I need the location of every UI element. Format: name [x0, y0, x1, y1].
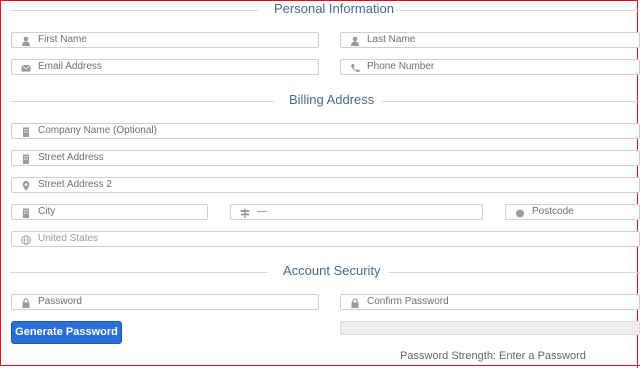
section-account-security: Account Security [10, 263, 640, 279]
building-icon [21, 208, 31, 218]
dot-icon [515, 208, 525, 218]
divider-line [396, 10, 640, 11]
divider-line [10, 101, 274, 102]
section-personal-information: Personal Information [10, 1, 640, 17]
building-icon [21, 127, 31, 137]
password-field[interactable]: Password [11, 294, 319, 310]
password-strength-text: Password Strength: Enter a Password [400, 350, 586, 362]
generate-password-button[interactable]: Generate Password [11, 321, 122, 344]
section-billing-address: Billing Address [10, 92, 640, 108]
city-field[interactable]: City [11, 204, 208, 220]
section-title-personal: Personal Information [274, 1, 394, 16]
divider-line [382, 101, 640, 102]
section-title-billing: Billing Address [289, 92, 375, 107]
postcode-field[interactable]: Postcode [505, 204, 640, 220]
phone-icon [350, 63, 360, 73]
street-address-placeholder: Street Address [38, 152, 104, 163]
globe-icon [21, 235, 31, 245]
password-placeholder: Password [38, 296, 82, 307]
divider-line [10, 272, 268, 273]
street-address-field[interactable]: Street Address [11, 150, 640, 166]
user-icon [21, 36, 31, 46]
country-value: United States [38, 233, 99, 244]
phone-number-field[interactable]: Phone Number [340, 59, 640, 75]
postcode-placeholder: Postcode [532, 206, 574, 217]
street-address-2-placeholder: Street Address 2 [38, 179, 112, 190]
city-placeholder: City [38, 206, 56, 217]
user-icon [350, 36, 360, 46]
company-placeholder: Company Name (Optional) [38, 125, 157, 136]
lock-icon [21, 298, 31, 308]
last-name-field[interactable]: Last Name [340, 32, 640, 48]
first-name-placeholder: First Name [38, 34, 87, 45]
country-select[interactable]: United States [11, 231, 640, 247]
lock-icon [350, 298, 360, 308]
signpost-icon [240, 208, 250, 218]
state-select[interactable]: — [230, 204, 483, 220]
password-strength-bar [340, 321, 640, 335]
company-name-field[interactable]: Company Name (Optional) [11, 123, 640, 139]
confirm-password-placeholder: Confirm Password [367, 296, 449, 307]
envelope-icon [21, 63, 31, 73]
street-address-2-field[interactable]: Street Address 2 [11, 177, 640, 193]
map-marker-icon [21, 181, 31, 191]
last-name-placeholder: Last Name [367, 34, 416, 45]
state-value: — [257, 206, 267, 217]
email-placeholder: Email Address [38, 61, 102, 72]
divider-line [388, 272, 640, 273]
email-field[interactable]: Email Address [11, 59, 319, 75]
section-title-security: Account Security [283, 263, 381, 278]
building-icon [21, 154, 31, 164]
frame-edge-bottom [0, 365, 640, 366]
phone-placeholder: Phone Number [367, 61, 435, 72]
first-name-field[interactable]: First Name [11, 32, 319, 48]
divider-line [10, 10, 258, 11]
confirm-password-field[interactable]: Confirm Password [340, 294, 640, 310]
